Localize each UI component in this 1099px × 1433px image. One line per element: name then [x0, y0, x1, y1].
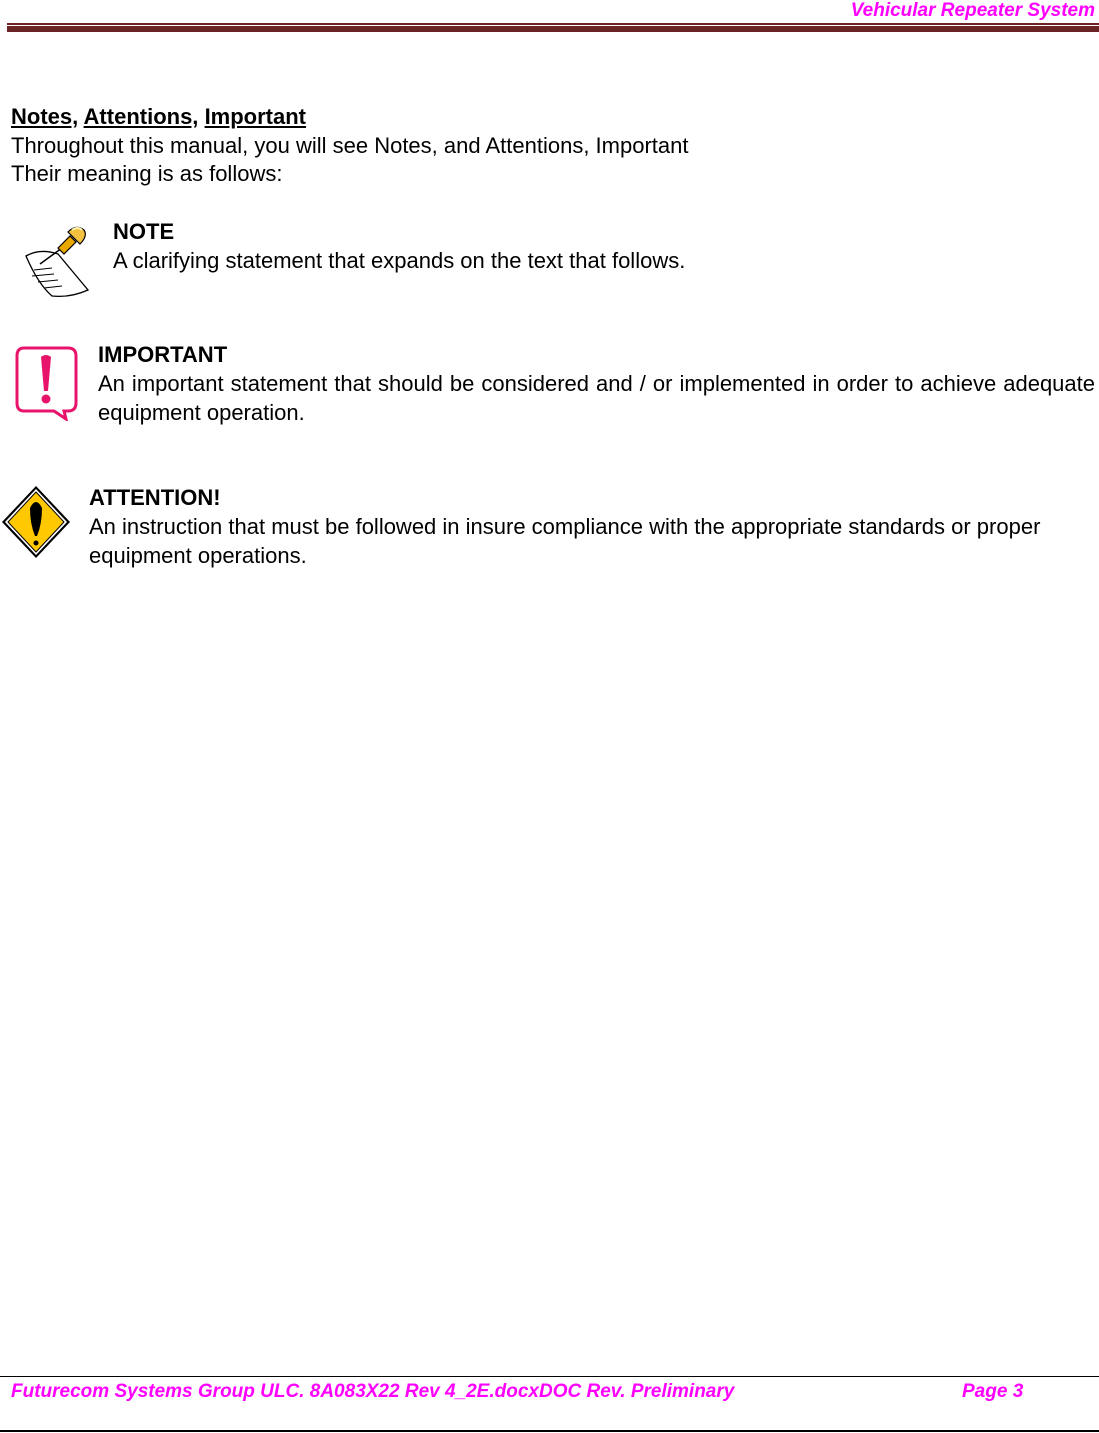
footer-doc-info: Futurecom Systems Group ULC. 8A083X22 Re… — [11, 1381, 735, 1402]
section-title-important: Important — [204, 104, 307, 129]
attention-text: An instruction that must be followed in … — [89, 514, 1041, 568]
important-text: An important statement that should be co… — [98, 371, 1095, 425]
footer-page-number: Page 3 — [962, 1381, 1024, 1402]
section-title-notes: Notes, — [11, 104, 79, 129]
important-heading: IMPORTANT — [98, 342, 228, 367]
warning-diamond-icon — [2, 486, 70, 558]
header-rule-thin — [7, 23, 1099, 25]
attention-heading: ATTENTION! — [89, 485, 221, 510]
pushpin-note-icon — [25, 226, 90, 298]
section-title: Notes, Attentions, Important — [11, 104, 306, 130]
note-text: A clarifying statement that expands on t… — [113, 248, 686, 273]
intro-line-2: Their meaning is as follows: — [11, 161, 283, 186]
note-heading: NOTE — [113, 219, 175, 244]
note-content: NOTE A clarifying statement that expands… — [113, 217, 685, 275]
section-title-attentions: Attentions, — [83, 104, 199, 129]
header-title: Vehicular Repeater System — [850, 0, 1095, 21]
important-content: IMPORTANT An important statement that sh… — [98, 340, 1095, 427]
exclamation-bubble-icon — [15, 346, 78, 421]
attention-content: ATTENTION! An instruction that must be f… — [89, 483, 1097, 570]
footer-rule-top — [0, 1376, 1099, 1377]
intro-line-1: Throughout this manual, you will see Not… — [11, 133, 689, 158]
footer-rule-bottom — [0, 1430, 1099, 1432]
header-rule-thick — [7, 26, 1099, 32]
